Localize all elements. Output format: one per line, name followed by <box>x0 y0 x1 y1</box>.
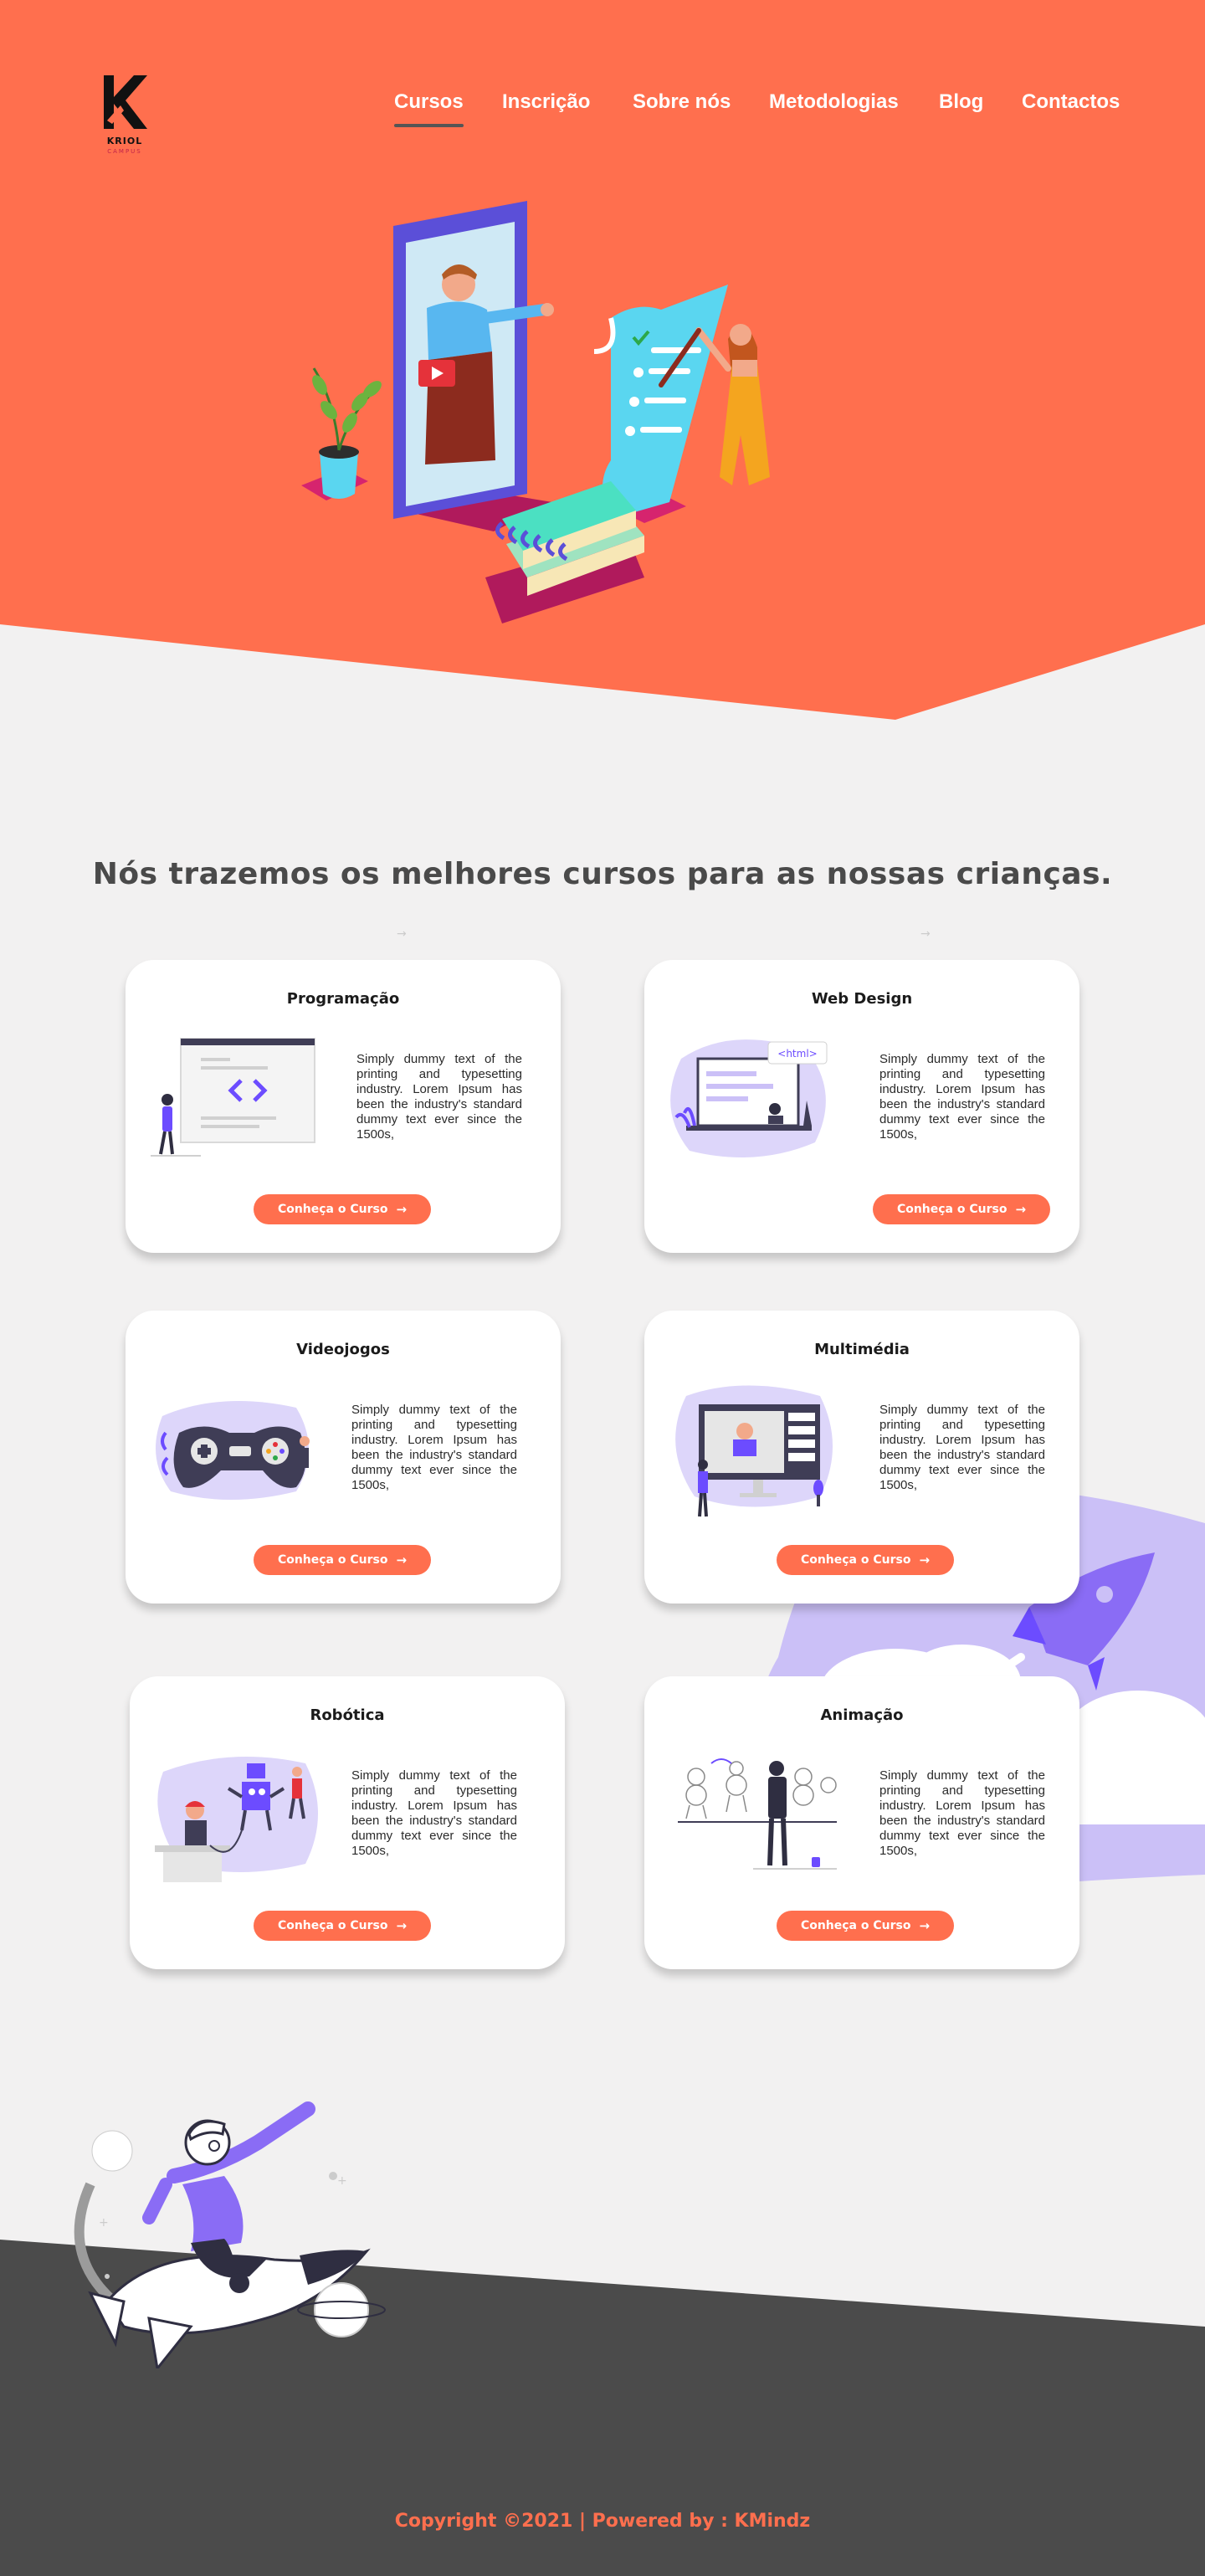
arrow-right-icon: → <box>396 1201 408 1217</box>
course-button-animacao[interactable]: Conheça o Curso → <box>777 1911 954 1941</box>
nav-metodologias[interactable]: Metodologias <box>769 90 899 114</box>
button-label: Conheça o Curso <box>277 1203 388 1216</box>
courses-section-title: Nós trazemos os melhores cursos para as … <box>92 857 1113 891</box>
course-button-robotica[interactable]: Conheça o Curso → <box>254 1911 431 1941</box>
course-card-multimedia: Multimédia Simply dummy text of the prin… <box>644 1311 1079 1604</box>
course-title: Videojogos <box>296 1341 390 1358</box>
button-label: Conheça o Curso <box>277 1919 388 1932</box>
svg-text:+: + <box>99 2216 109 2230</box>
arrow-right-icon: → <box>396 1552 408 1568</box>
course-title: Programação <box>286 990 400 1008</box>
hero-online-learning-illustration <box>301 201 770 623</box>
arrow-right-icon: → <box>919 1917 931 1933</box>
course-description: Simply dummy text of the printing and ty… <box>879 1403 1045 1492</box>
course-description: Simply dummy text of the printing and ty… <box>879 1052 1045 1142</box>
html-tag-label: <html> <box>777 1048 817 1060</box>
course-title: Robótica <box>310 1706 385 1724</box>
course-button-multimedia[interactable]: Conheça o Curso → <box>777 1545 954 1575</box>
course-title: Multimédia <box>814 1341 910 1358</box>
robotics-illustration-icon <box>155 1757 318 1882</box>
button-label: Conheça o Curso <box>800 1919 911 1932</box>
nav-contactos[interactable]: Contactos <box>1022 90 1120 114</box>
plant-icon <box>301 367 382 500</box>
course-card-programacao: Programação Simply dummy text of the pri… <box>126 960 561 1253</box>
arrow-decoration-icon: → <box>397 927 407 941</box>
nav-sobre-nos[interactable]: Sobre nós <box>633 90 731 114</box>
boy-on-rocket-illustration: + + <box>74 2101 386 2368</box>
course-button-programacao[interactable]: Conheça o Curso → <box>254 1194 431 1224</box>
course-description: Simply dummy text of the printing and ty… <box>351 1403 517 1492</box>
animation-illustration-icon <box>678 1758 837 1870</box>
course-description: Simply dummy text of the printing and ty… <box>351 1768 517 1858</box>
button-label: Conheça o Curso <box>277 1553 388 1567</box>
nav-cursos[interactable]: Cursos <box>394 90 464 127</box>
course-description: Simply dummy text of the printing and ty… <box>356 1052 522 1142</box>
arrow-right-icon: → <box>1015 1201 1027 1217</box>
course-button-videojogos[interactable]: Conheça o Curso → <box>254 1545 431 1575</box>
course-card-web-design: Web Design <html> Simply dummy text of t… <box>644 960 1079 1253</box>
nav-blog[interactable]: Blog <box>939 90 983 114</box>
logo-subtitle: CAMPUS <box>107 148 142 155</box>
course-button-web-design[interactable]: Conheça o Curso → <box>873 1194 1050 1224</box>
course-title: Animação <box>820 1706 904 1724</box>
web-design-illustration-icon: <html> <box>670 1039 828 1157</box>
arrow-right-icon: → <box>919 1552 931 1568</box>
svg-text:+: + <box>337 2174 347 2188</box>
nav-inscricao[interactable]: Inscrição <box>502 90 590 114</box>
gamepad-illustration-icon <box>156 1401 310 1500</box>
course-card-animacao: Animação Simply dummy text of the printi… <box>644 1676 1079 1969</box>
main-navigation: Cursos Inscrição Sobre nós Metodologias … <box>0 90 1205 141</box>
course-description: Simply dummy text of the printing and ty… <box>879 1768 1045 1858</box>
programming-illustration-icon <box>151 1038 315 1157</box>
tablet-icon <box>393 201 554 531</box>
button-label: Conheça o Curso <box>800 1553 911 1567</box>
multimedia-illustration-icon <box>675 1385 833 1517</box>
course-title: Web Design <box>811 990 913 1008</box>
arrow-decoration-icon: → <box>920 927 931 941</box>
arrow-right-icon: → <box>396 1917 408 1933</box>
button-label: Conheça o Curso <box>896 1203 1008 1216</box>
course-card-robotica: Robótica Simply dummy text of the printi… <box>130 1676 565 1969</box>
course-card-videojogos: Videojogos Simply dummy text of the prin… <box>126 1311 561 1604</box>
footer-copyright: Copyright ©2021 | Powered by : KMindz <box>394 2511 811 2532</box>
